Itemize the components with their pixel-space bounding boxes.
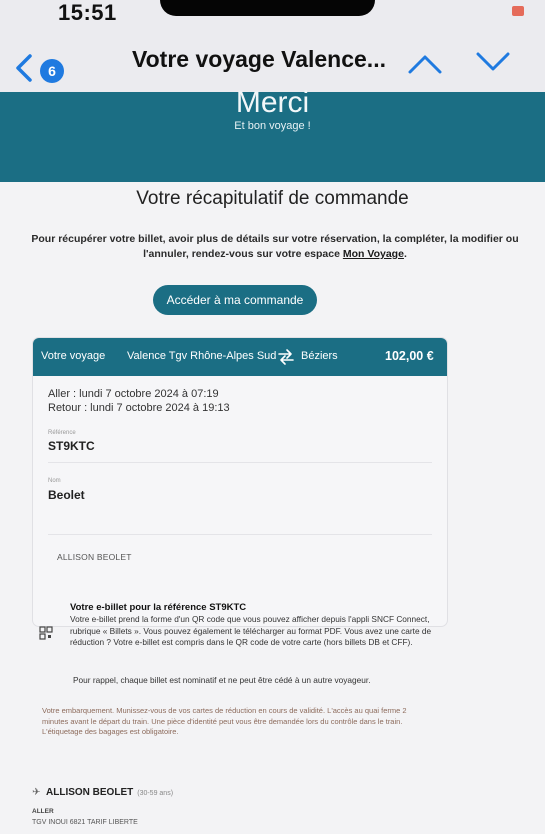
outbound-time: Aller : lundi 7 octobre 2024 à 07:19 bbox=[48, 388, 219, 400]
trip-price: 102,00 € bbox=[385, 349, 434, 363]
traveller-row: ✈ ALLISON BEOLET (30-59 ans) bbox=[32, 782, 173, 800]
person-icon: ✈ bbox=[32, 787, 41, 798]
return-time: Retour : lundi 7 octobre 2024 à 19:13 bbox=[48, 402, 230, 414]
status-time: 15:51 bbox=[58, 0, 117, 25]
device-notch bbox=[160, 0, 375, 16]
message-subject: Votre voyage Valence... bbox=[132, 46, 386, 72]
mail-nav-bar: 6 Votre voyage Valence... bbox=[0, 34, 545, 92]
recap-title: Votre récapitulatif de commande bbox=[136, 188, 409, 209]
ebillet-note: Pour rappel, chaque billet est nominatif… bbox=[73, 675, 371, 685]
chevron-up-icon[interactable] bbox=[406, 48, 444, 78]
hero-heading: Merci bbox=[235, 86, 310, 119]
reference-value: ST9KTC bbox=[48, 439, 95, 453]
traveller-age: (30-59 ans) bbox=[137, 790, 174, 797]
intro-text: Pour récupérer votre billet, avoir plus … bbox=[31, 233, 519, 260]
hero-banner: Merci Et bon voyage ! bbox=[0, 86, 545, 182]
direction-label: ALLER bbox=[32, 808, 54, 815]
swap-arrows-icon bbox=[278, 349, 294, 365]
access-order-button[interactable]: Accéder à ma commande bbox=[153, 285, 317, 315]
intro-period: . bbox=[403, 248, 407, 260]
battery-icon bbox=[512, 6, 524, 16]
status-bar: 15:51 bbox=[0, 0, 545, 34]
qr-code-icon bbox=[39, 626, 53, 640]
trip-header: Votre voyage Valence Tgv Rhône-Alpes Sud… bbox=[33, 338, 447, 376]
chevron-left-icon[interactable] bbox=[10, 52, 38, 84]
trip-card: Votre voyage Valence Tgv Rhône-Alpes Sud… bbox=[33, 338, 447, 626]
email-body: Merci Et bon voyage ! Votre récapitulati… bbox=[0, 86, 545, 834]
divider bbox=[48, 534, 432, 535]
hero-subheading: Et bon voyage ! bbox=[234, 120, 311, 132]
reference-caption: Référence bbox=[48, 430, 76, 436]
chevron-down-icon[interactable] bbox=[474, 48, 512, 78]
divider bbox=[48, 462, 432, 463]
ebillet-title: Votre e-billet pour la référence ST9KTC bbox=[70, 602, 247, 613]
boarding-info: Votre embarquement. Munissez-vous de vos… bbox=[42, 706, 407, 736]
trip-origin: Valence Tgv Rhône-Alpes Sud bbox=[127, 350, 277, 362]
intro-paragraph: Pour récupérer votre billet, avoir plus … bbox=[30, 232, 520, 262]
trip-destination: Béziers bbox=[301, 350, 338, 362]
trip-label: Votre voyage bbox=[41, 350, 106, 362]
mon-voyage-link[interactable]: Mon Voyage bbox=[343, 248, 404, 260]
passenger-name: ALLISON BEOLET bbox=[57, 552, 132, 562]
unread-count-badge[interactable]: 6 bbox=[40, 59, 64, 83]
traveller-name: ALLISON BEOLET bbox=[46, 787, 134, 798]
ebillet-description: Votre e-billet prend la forme d'un QR co… bbox=[70, 614, 432, 647]
train-info: TGV INOUI 6821 TARIF LIBERTE bbox=[32, 819, 138, 826]
last-name-value: Beolet bbox=[48, 488, 85, 502]
name-caption: Nom bbox=[48, 478, 61, 484]
